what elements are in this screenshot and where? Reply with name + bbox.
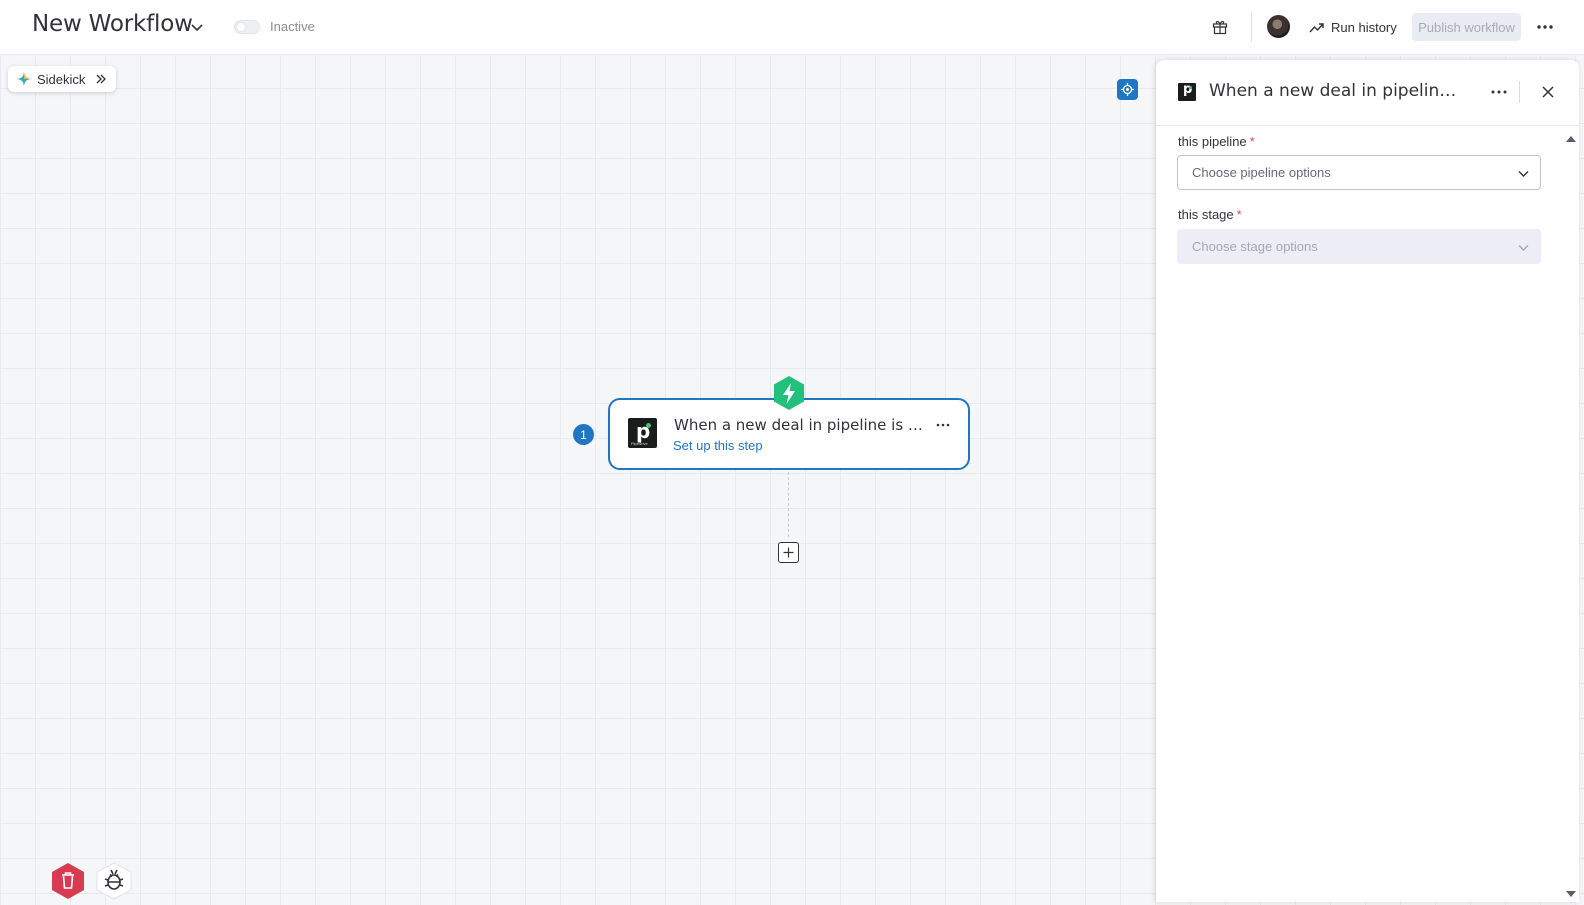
panel-title: When a new deal in pipeline is updated — [1209, 81, 1459, 101]
trend-line-icon — [1309, 22, 1324, 32]
header-divider — [1251, 12, 1252, 42]
sidekick-label: Sidekick — [37, 71, 86, 87]
lightning-bolt-icon — [774, 376, 804, 410]
more-horizontal-icon[interactable] — [1489, 82, 1509, 102]
run-history-button[interactable]: Run history — [1309, 14, 1397, 40]
step-config-panel: p When a new deal in pipeline is updated… — [1156, 60, 1579, 902]
scroll-down-arrow[interactable] — [1566, 891, 1576, 897]
chevron-down-icon[interactable] — [188, 18, 206, 36]
pipedrive-logo: p — [1178, 82, 1196, 101]
trash-icon[interactable] — [51, 862, 85, 900]
chevron-down-icon — [1518, 171, 1529, 177]
stage-field-label: this stage * — [1178, 207, 1242, 222]
panel-scrollbar[interactable] — [1563, 128, 1579, 902]
stage-select-placeholder: Choose stage options — [1192, 239, 1318, 254]
top-bar: New Workflow Inactive Run history Publis… — [0, 0, 1584, 55]
required-mark: * — [1249, 134, 1255, 149]
status-label: Inactive — [270, 19, 315, 34]
required-mark: * — [1236, 207, 1242, 222]
run-history-label: Run history — [1331, 19, 1397, 35]
gift-icon[interactable] — [1212, 19, 1228, 35]
panel-header: p When a new deal in pipeline is updated — [1156, 60, 1579, 126]
step-connector — [788, 472, 789, 537]
setup-step-link[interactable]: Set up this step — [673, 438, 763, 453]
step-title: When a new deal in pipeline is updated — [674, 416, 924, 434]
step-number-badge: 1 — [573, 424, 594, 445]
sidekick-button[interactable]: Sidekick — [8, 66, 116, 92]
pipedrive-logo: p Pipedrive — [628, 418, 657, 448]
pipeline-select[interactable]: Choose pipeline options — [1177, 155, 1541, 190]
double-chevron-right-icon — [96, 74, 106, 84]
step-more-icon[interactable] — [934, 416, 952, 434]
more-horizontal-icon[interactable] — [1535, 17, 1555, 37]
panel-header-divider — [1519, 81, 1520, 103]
close-icon[interactable] — [1540, 84, 1556, 100]
workflow-title[interactable]: New Workflow — [32, 11, 193, 37]
bug-icon[interactable] — [96, 862, 132, 900]
chevron-down-icon — [1518, 245, 1529, 251]
pipeline-field-label: this pipeline * — [1178, 134, 1255, 149]
locate-icon — [1121, 83, 1134, 96]
avatar[interactable] — [1267, 15, 1290, 38]
toggle-knob — [237, 23, 245, 31]
pipeline-select-placeholder: Choose pipeline options — [1192, 165, 1331, 180]
sparkle-icon — [17, 72, 31, 86]
stage-select: Choose stage options — [1177, 229, 1541, 264]
recenter-button[interactable] — [1117, 79, 1138, 100]
scroll-up-arrow[interactable] — [1566, 136, 1576, 142]
add-step-button[interactable] — [778, 542, 799, 563]
publish-workflow-button[interactable]: Publish workflow — [1412, 13, 1521, 41]
active-toggle[interactable] — [234, 20, 260, 34]
